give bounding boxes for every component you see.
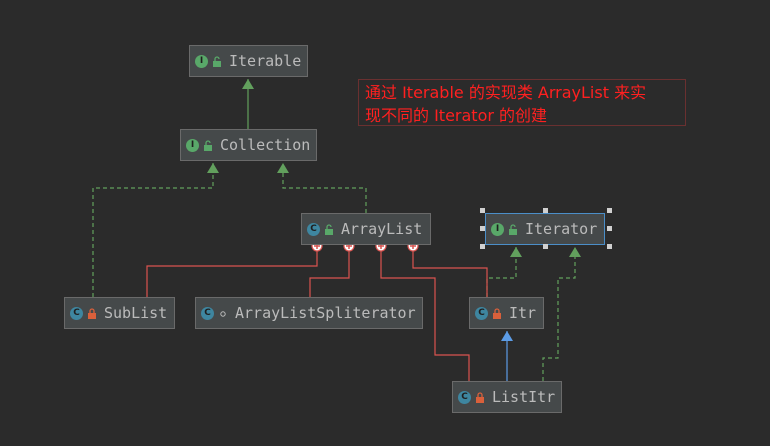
node-label: ArrayList xyxy=(341,220,423,238)
class-icon: C xyxy=(475,306,488,320)
selection-handle[interactable] xyxy=(480,226,485,231)
arrowhead-listitr-itr xyxy=(501,331,513,341)
node-sublist[interactable]: C SubList xyxy=(64,297,175,329)
unlock-icon xyxy=(211,55,222,67)
package-private-icon xyxy=(217,307,228,319)
edge-implements-listitr-iterator xyxy=(542,247,576,381)
node-iterable[interactable]: I Iterable xyxy=(189,45,308,77)
edge-implements-arraylist-collection xyxy=(282,163,367,213)
note-line-1: 通过 Iterable 的实现类 ArrayList 来实 xyxy=(365,83,647,102)
class-icon: C xyxy=(201,306,214,320)
node-label: Iterable xyxy=(229,52,302,70)
node-label: Iterator xyxy=(525,220,598,238)
annotation-note[interactable]: 通过 Iterable 的实现类 ArrayList 来实 现不同的 Itera… xyxy=(358,79,686,126)
interface-icon: I xyxy=(491,222,504,236)
edge-implements-sublist-collection xyxy=(92,163,214,297)
node-label: Collection xyxy=(220,136,311,154)
node-label: ArrayListSpliterator xyxy=(235,304,416,322)
selection-handle[interactable] xyxy=(607,226,612,231)
lock-icon xyxy=(86,307,97,319)
class-icon: C xyxy=(458,390,471,404)
selection-handle[interactable] xyxy=(607,244,612,249)
arrowhead-arraylist-collection xyxy=(277,163,289,173)
lock-icon xyxy=(491,307,502,319)
interface-icon: I xyxy=(186,138,199,152)
selection-handle[interactable] xyxy=(543,244,548,249)
arrowhead-listitr-iterator xyxy=(569,247,581,257)
class-icon: C xyxy=(307,222,320,236)
lock-icon xyxy=(474,391,485,403)
node-listitr[interactable]: C ListItr xyxy=(452,381,562,413)
selection-handle[interactable] xyxy=(480,244,485,249)
arrowhead-collection-iterable xyxy=(242,79,254,89)
note-line-2: 现不同的 Iterator 的创建 xyxy=(365,106,548,125)
unlock-icon xyxy=(507,223,518,235)
edge-inner-spliterator-arraylist xyxy=(309,251,350,297)
node-label: Itr xyxy=(509,304,537,322)
node-collection[interactable]: I Collection xyxy=(180,129,317,161)
interface-icon: I xyxy=(195,54,208,68)
unlock-icon xyxy=(202,139,213,151)
node-label: ListItr xyxy=(492,388,556,406)
edge-inner-sublist-arraylist xyxy=(146,251,318,297)
selection-handle[interactable] xyxy=(607,208,612,213)
unlock-icon xyxy=(323,223,334,235)
node-label: SubList xyxy=(104,304,168,322)
node-arraylist[interactable]: C ArrayList xyxy=(301,213,431,245)
node-itr[interactable]: C Itr xyxy=(469,297,544,329)
arrowhead-itr-iterator xyxy=(510,247,522,257)
edge-inner-itr-arraylist xyxy=(412,251,488,297)
selection-handle[interactable] xyxy=(543,208,548,213)
class-icon: C xyxy=(70,306,83,320)
arrowhead-sublist-collection xyxy=(207,163,219,173)
selection-handle[interactable] xyxy=(480,208,485,213)
node-iterator[interactable]: I Iterator xyxy=(485,213,605,245)
node-arraylistspliterator[interactable]: C ArrayListSpliterator xyxy=(195,297,423,329)
